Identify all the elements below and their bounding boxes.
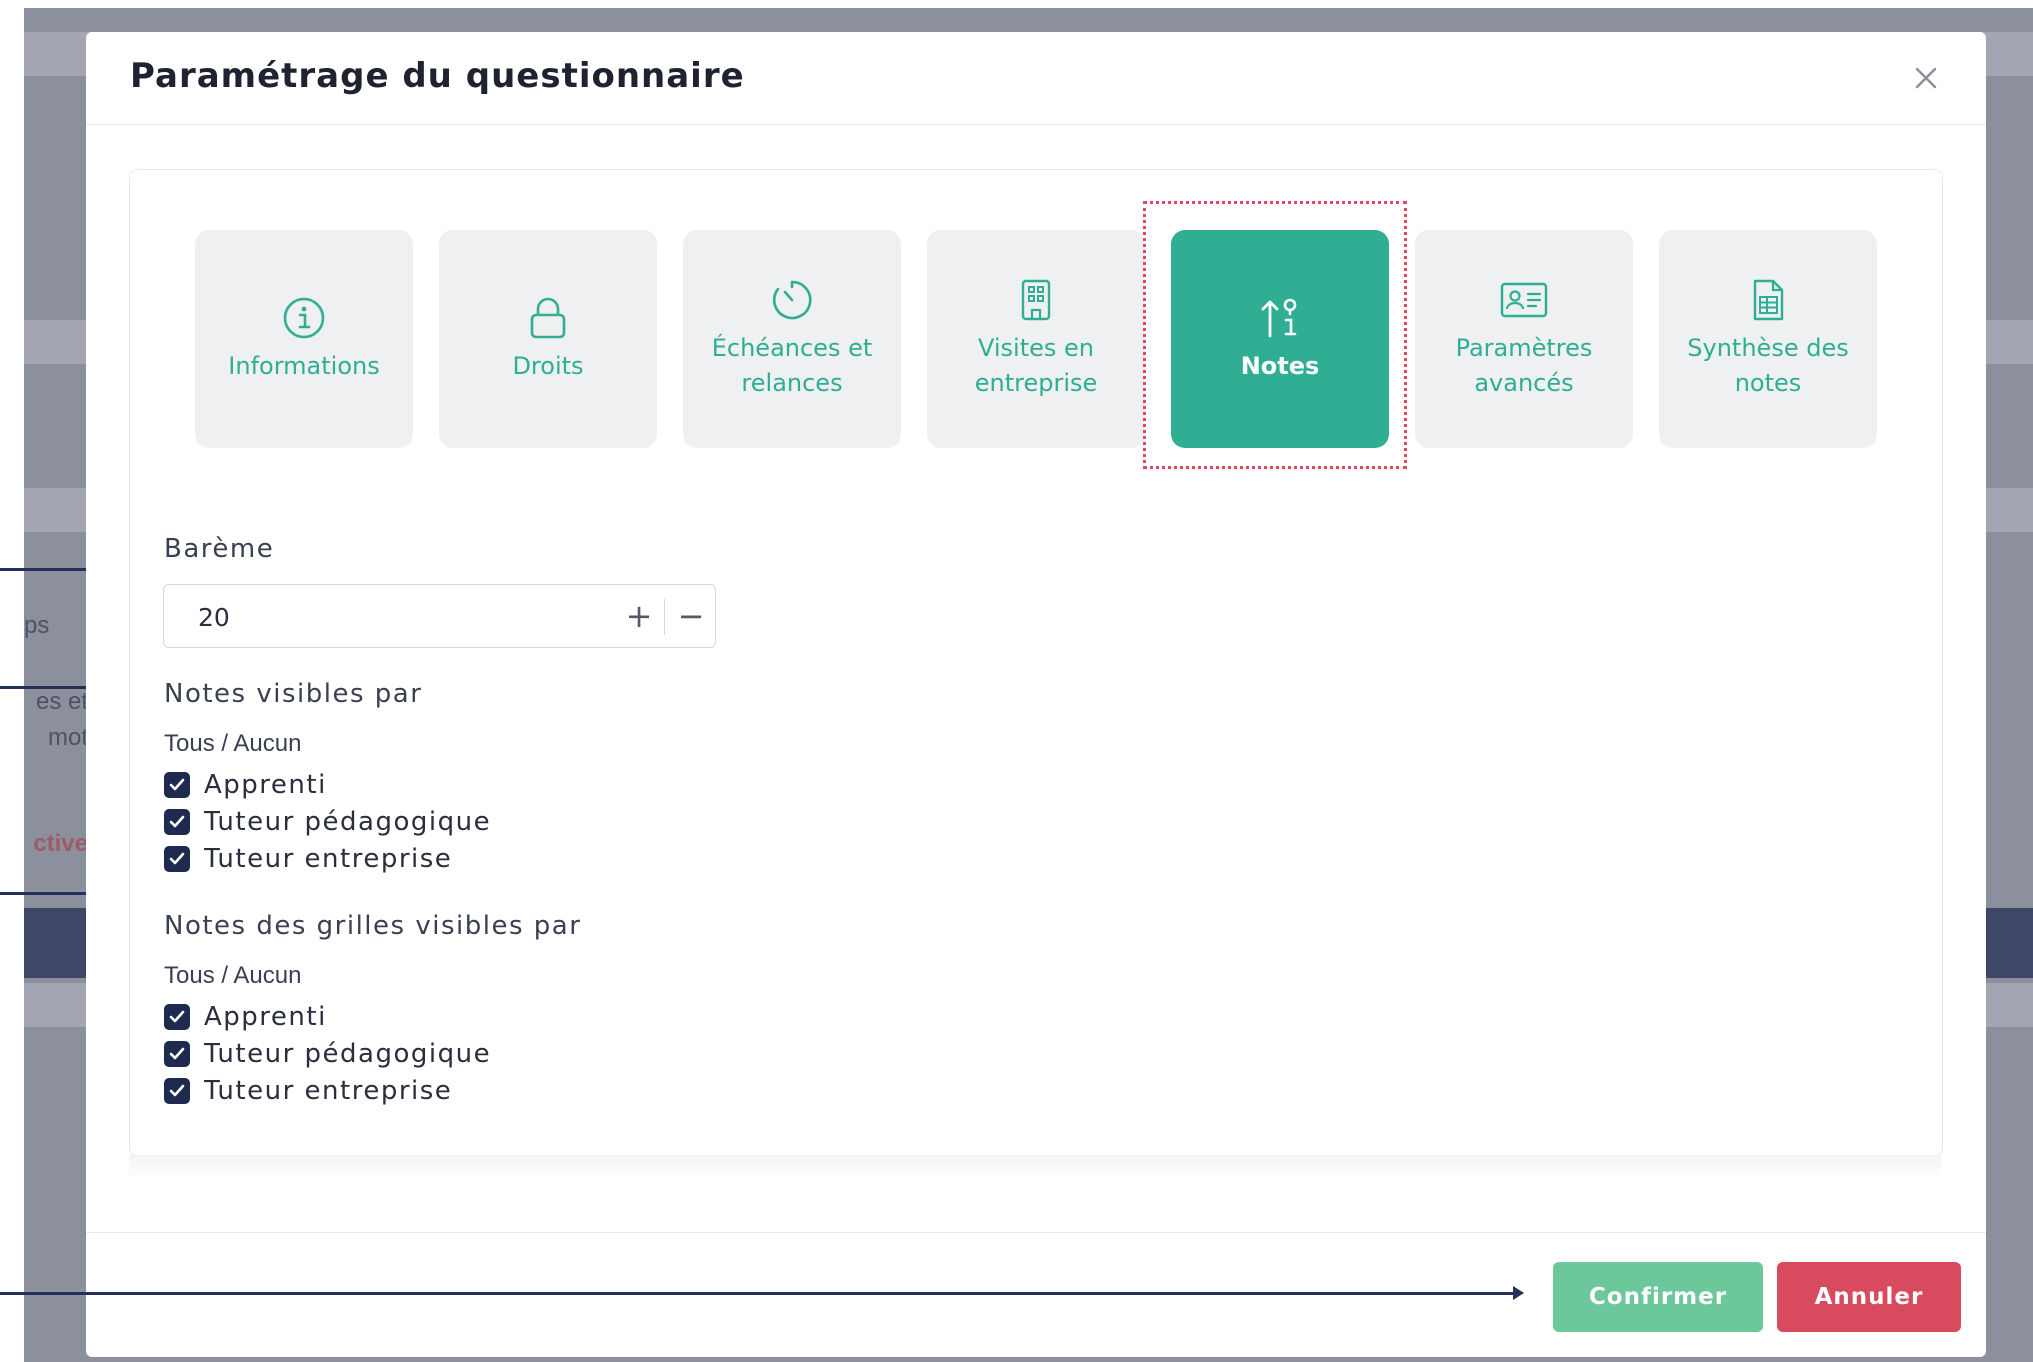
spreadsheet-icon: [1753, 279, 1784, 321]
background-text: ctive: [33, 830, 88, 857]
check-icon: [169, 815, 185, 828]
check-icon: [169, 1010, 185, 1023]
active-tab-highlight: [1143, 201, 1407, 469]
check-icon: [169, 1047, 185, 1060]
settings-card: Informations Droits Échéances et relance…: [129, 169, 1943, 1156]
bareme-stepper: + −: [163, 584, 716, 648]
checkbox-label: Apprenti: [204, 1002, 327, 1032]
notes-visibles-label: Notes visibles par: [164, 679, 423, 709]
checkbox-tuteur-entreprise[interactable]: Tuteur entreprise: [164, 1076, 452, 1106]
close-button[interactable]: [1906, 58, 1946, 98]
checkbox-checked[interactable]: [164, 1041, 190, 1067]
annotation-arrow: [0, 1286, 1524, 1300]
toggle-all-link[interactable]: Tous / Aucun: [164, 962, 301, 990]
background-text: mot: [47, 724, 88, 751]
tab-synthese-notes[interactable]: Synthèse des notes: [1659, 230, 1877, 448]
cancel-button[interactable]: Annuler: [1777, 1262, 1961, 1332]
checkbox-tuteur-entreprise[interactable]: Tuteur entreprise: [164, 844, 452, 874]
info-icon: [283, 297, 325, 338]
toggle-all-link[interactable]: Tous / Aucun: [164, 730, 301, 758]
background-text: es et: [35, 688, 88, 715]
checkbox-label: Apprenti: [204, 770, 327, 800]
checkbox-label: Tuteur pédagogique: [204, 1039, 492, 1069]
tab-informations[interactable]: Informations: [195, 230, 413, 448]
confirm-button[interactable]: Confirmer: [1553, 1262, 1763, 1332]
stepper-divider: [664, 599, 665, 635]
tab-label: Paramètres: [1455, 334, 1593, 362]
modal-header: Paramétrage du questionnaire: [86, 32, 1986, 125]
tab-label: notes: [1734, 369, 1802, 397]
checkbox-label: Tuteur entreprise: [204, 1076, 453, 1106]
checkbox-checked[interactable]: [164, 772, 190, 798]
background-text: ps: [24, 612, 50, 639]
tab-label: Visites en: [977, 334, 1094, 362]
checkbox-label: Tuteur pédagogique: [204, 807, 492, 837]
settings-modal: Paramétrage du questionnaire Information…: [86, 32, 1986, 1357]
lock-icon: [530, 297, 566, 338]
bareme-input[interactable]: [196, 595, 580, 639]
notes-grilles-label: Notes des grilles visibles par: [164, 911, 582, 941]
checkbox-checked[interactable]: [164, 809, 190, 835]
tab-label: relances: [741, 369, 843, 397]
card-shadow: [129, 1155, 1941, 1181]
tab-echeances-relances[interactable]: Échéances et relances: [683, 230, 901, 448]
checkbox-apprenti[interactable]: Apprenti: [164, 770, 327, 800]
tab-label: entreprise: [974, 369, 1098, 397]
tab-droits[interactable]: Droits: [439, 230, 657, 448]
checkbox-checked[interactable]: [164, 1004, 190, 1030]
check-icon: [169, 1084, 185, 1097]
check-icon: [169, 852, 185, 865]
checkbox-label: Tuteur entreprise: [204, 844, 453, 874]
tab-label: avancés: [1474, 369, 1574, 397]
tab-label: Droits: [512, 351, 584, 380]
building-icon: [1021, 279, 1051, 321]
tab-label: Informations: [228, 351, 380, 380]
checkbox-checked[interactable]: [164, 1078, 190, 1104]
increment-button[interactable]: +: [616, 593, 662, 639]
checkbox-tuteur-pedagogique[interactable]: Tuteur pédagogique: [164, 807, 491, 837]
tab-parametres-avances[interactable]: Paramètres avancés: [1415, 230, 1633, 448]
bareme-label: Barème: [164, 534, 275, 564]
decrement-button[interactable]: −: [668, 593, 714, 639]
close-icon: [1915, 67, 1937, 89]
tab-label: Synthèse des: [1687, 334, 1849, 362]
id-card-icon: [1500, 282, 1548, 318]
checkbox-checked[interactable]: [164, 846, 190, 872]
tab-visites-entreprise[interactable]: Visites en entreprise: [927, 230, 1145, 448]
modal-title: Paramétrage du questionnaire: [130, 56, 745, 96]
checkbox-apprenti[interactable]: Apprenti: [164, 1002, 327, 1032]
tab-label: Échéances et: [711, 334, 873, 362]
timer-icon: [773, 280, 812, 320]
footer-divider: [86, 1232, 1986, 1233]
check-icon: [169, 778, 185, 791]
checkbox-tuteur-pedagogique[interactable]: Tuteur pédagogique: [164, 1039, 491, 1069]
